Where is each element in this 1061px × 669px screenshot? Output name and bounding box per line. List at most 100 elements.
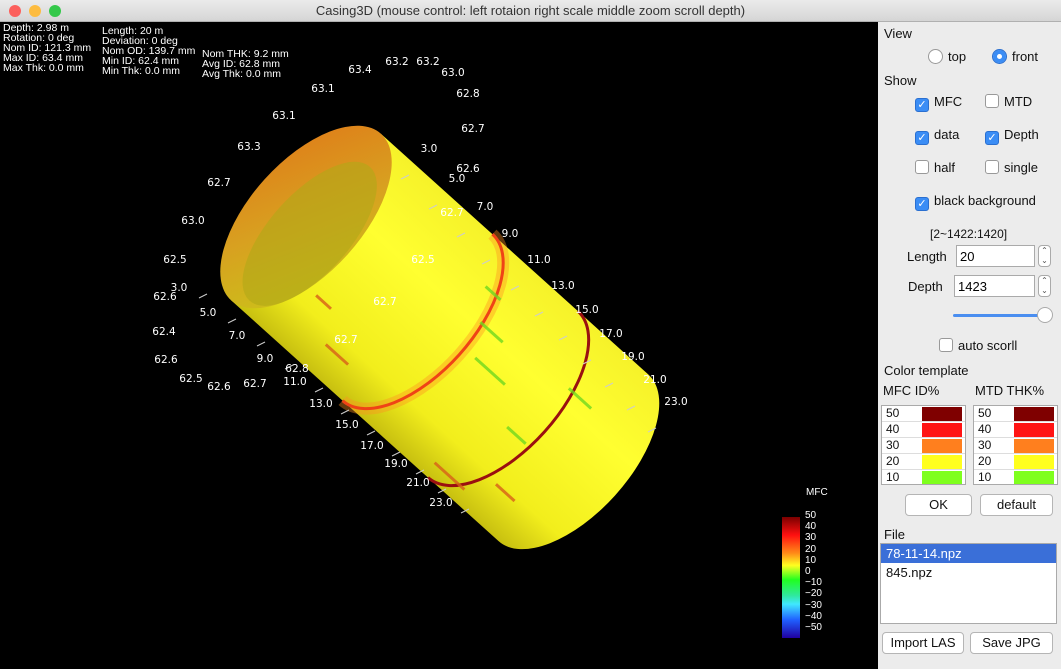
- level-value: 30: [886, 438, 900, 452]
- window-title: Casing3D (mouse control: left rotaion ri…: [315, 3, 746, 18]
- level-color-swatch[interactable]: [1014, 439, 1054, 453]
- level-value: 30: [978, 438, 992, 452]
- id-label: 62.5: [411, 254, 435, 266]
- level-color-swatch[interactable]: [922, 423, 962, 437]
- color-level-row[interactable]: 20: [882, 454, 965, 470]
- checkbox-black-background[interactable]: ✓ black background: [915, 193, 1036, 211]
- id-label: 62.7: [334, 334, 358, 346]
- casing-cylinder[interactable]: [0, 22, 878, 669]
- colorbar-tick: 10: [805, 554, 817, 566]
- depth-label: Depth: [908, 279, 943, 294]
- depth-label: 5.0: [448, 173, 466, 185]
- colorbar-tick: −30: [805, 599, 822, 611]
- checkbox-data[interactable]: ✓ data: [915, 127, 959, 145]
- level-value: 50: [886, 406, 900, 420]
- color-level-row[interactable]: 40: [974, 422, 1057, 438]
- color-level-row[interactable]: 50: [974, 406, 1057, 422]
- depth-stepper[interactable]: ⌃ ⌄: [1038, 275, 1051, 297]
- depth-label: 5.0: [199, 307, 217, 319]
- id-label: 63.4: [348, 64, 372, 76]
- radio-icon: [992, 49, 1007, 64]
- color-level-row[interactable]: 50: [882, 406, 965, 422]
- checkbox-label: data: [934, 127, 960, 142]
- color-level-row[interactable]: 10: [974, 470, 1057, 484]
- id-label: 62.7: [440, 207, 464, 219]
- color-level-row[interactable]: 30: [974, 438, 1057, 454]
- 3d-viewport[interactable]: Depth: 2.98 m Rotation: 0 deg Nom ID: 121.…: [0, 22, 878, 669]
- maximize-button[interactable]: [49, 5, 61, 17]
- level-value: 40: [978, 422, 992, 436]
- colorbar-title: MFC: [806, 487, 828, 498]
- color-level-row[interactable]: 40: [882, 422, 965, 438]
- length-label: Length: [907, 249, 947, 264]
- color-level-row[interactable]: 10: [882, 470, 965, 484]
- id-label: 63.1: [311, 83, 335, 95]
- depth-label: 15.0: [335, 419, 359, 431]
- axis-tick: [340, 409, 350, 415]
- checkbox-single[interactable]: single: [985, 160, 1038, 175]
- axis-tick: [366, 430, 376, 436]
- close-button[interactable]: [9, 5, 21, 17]
- id-label: 62.8: [285, 363, 309, 375]
- depth-input[interactable]: [954, 275, 1035, 297]
- checkbox-icon: ✓: [985, 131, 999, 145]
- file-item[interactable]: 78-11-14.npz: [881, 544, 1056, 563]
- colorbar-tick: −40: [805, 610, 822, 622]
- length-stepper[interactable]: ⌃ ⌄: [1038, 245, 1051, 267]
- file-list[interactable]: 78-11-14.npz 845.npz: [880, 543, 1057, 624]
- auto-scroll-checkbox[interactable]: auto scorll: [939, 338, 1017, 353]
- checkbox-mfc[interactable]: ✓ MFC: [915, 94, 962, 112]
- level-color-swatch[interactable]: [1014, 407, 1054, 421]
- depth-slider-handle[interactable]: [1037, 307, 1053, 323]
- import-las-button[interactable]: Import LAS: [882, 632, 964, 654]
- length-input[interactable]: [956, 245, 1035, 267]
- radio-label: front: [1012, 49, 1039, 64]
- mfc-header: MFC ID%: [883, 383, 940, 398]
- mtd-color-table[interactable]: 50 40 30 20 10: [973, 405, 1058, 485]
- id-label: 63.1: [272, 110, 296, 122]
- checkbox-label: Depth: [1004, 127, 1039, 142]
- level-color-swatch[interactable]: [1014, 455, 1054, 469]
- show-label: Show: [884, 73, 917, 88]
- depth-label: 23.0: [664, 396, 688, 408]
- color-level-row[interactable]: 30: [882, 438, 965, 454]
- depth-label: 15.0: [575, 304, 599, 316]
- id-label: 62.5: [163, 254, 187, 266]
- checkbox-icon: [985, 94, 999, 108]
- axis-tick: [256, 341, 266, 347]
- file-item[interactable]: 845.npz: [881, 563, 1056, 582]
- control-panel: View top front Show ✓ MFC MTD ✓ data ✓ Depth ha…: [878, 22, 1061, 669]
- checkbox-icon: ✓: [915, 197, 929, 211]
- colorbar: [782, 517, 800, 638]
- id-label: 62.7: [461, 123, 485, 135]
- minimize-button[interactable]: [29, 5, 41, 17]
- level-color-swatch[interactable]: [922, 471, 962, 484]
- view-front-radio[interactable]: front: [992, 49, 1038, 64]
- view-top-radio[interactable]: top: [928, 49, 966, 64]
- checkbox-icon: [939, 338, 953, 352]
- id-label: 62.4: [152, 326, 176, 338]
- colorbar-tick: −20: [805, 588, 822, 600]
- checkbox-half[interactable]: half: [915, 160, 955, 175]
- level-color-swatch[interactable]: [922, 439, 962, 453]
- level-color-swatch[interactable]: [1014, 471, 1054, 484]
- color-level-row[interactable]: 20: [974, 454, 1057, 470]
- id-label: 63.0: [441, 67, 465, 79]
- colorbar-tick: −10: [805, 577, 822, 589]
- mfc-color-table[interactable]: 50 40 30 20 10: [881, 405, 966, 485]
- depth-label: 3.0: [170, 282, 188, 294]
- level-value: 10: [886, 470, 900, 484]
- level-color-swatch[interactable]: [1014, 423, 1054, 437]
- id-label: 62.7: [243, 378, 267, 390]
- ok-button[interactable]: OK: [905, 494, 972, 516]
- checkbox-mtd[interactable]: MTD: [985, 94, 1032, 109]
- id-label: 62.7: [373, 296, 397, 308]
- checkbox-depth[interactable]: ✓ Depth: [985, 127, 1039, 145]
- level-color-swatch[interactable]: [922, 407, 962, 421]
- mtd-header: MTD THK%: [975, 383, 1045, 398]
- level-color-swatch[interactable]: [922, 455, 962, 469]
- save-jpg-button[interactable]: Save JPG: [970, 632, 1053, 654]
- default-button[interactable]: default: [980, 494, 1053, 516]
- colorbar-tick: −50: [805, 622, 822, 633]
- depth-slider[interactable]: [953, 314, 1043, 317]
